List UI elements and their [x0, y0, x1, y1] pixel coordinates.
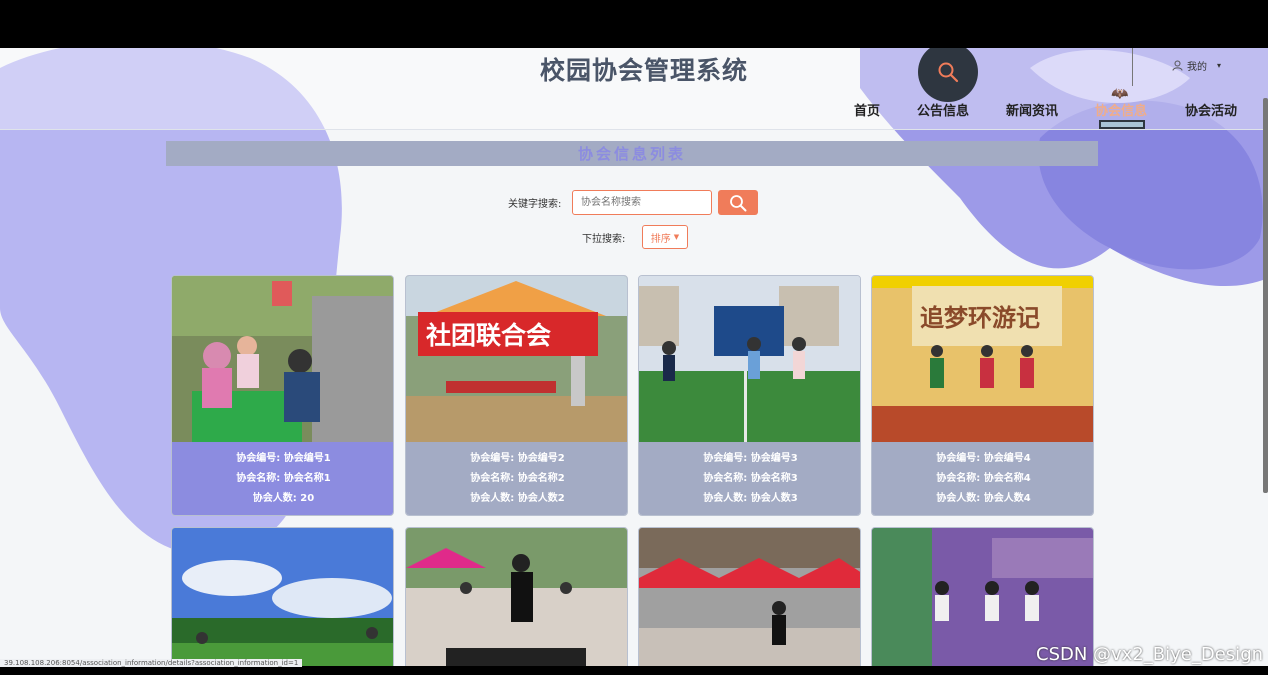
- association-card[interactable]: 追梦环游记 协会编号: 协会编号4 协会名称: 协会名称4 协会人数: 协会人数…: [871, 275, 1094, 516]
- association-name-text: 协会名称: 协会名称3: [703, 473, 798, 484]
- association-count-text: 协会人数: 协会人数3: [703, 493, 798, 504]
- screen-top-black-bar: [0, 0, 1268, 48]
- association-photo: 追梦环游记: [872, 276, 1093, 442]
- association-card[interactable]: 协会编号: 协会编号3 协会名称: 协会名称3 协会人数: 协会人数3: [638, 275, 861, 516]
- nav-item-home[interactable]: 首页: [854, 100, 880, 119]
- nav-item-announcements[interactable]: 公告信息: [917, 100, 969, 119]
- association-card[interactable]: [405, 527, 628, 666]
- association-card[interactable]: [638, 527, 861, 666]
- association-id-text: 协会编号: 协会编号2: [470, 453, 565, 464]
- nav-item-news[interactable]: 新闻资讯: [1006, 100, 1058, 119]
- decorative-hanging-line: [1132, 48, 1133, 86]
- association-name-text: 协会名称: 协会名称1: [236, 473, 331, 484]
- user-icon: [1172, 60, 1183, 71]
- watermark-text: CSDN @vx2_Biye_Design: [1036, 644, 1264, 665]
- site-header: 校园协会管理系统 🦇 我的 ▾ 首页 公告信息 新闻资讯 协会信息 协会活动: [0, 48, 1268, 130]
- association-id-text: 协会编号: 协会编号3: [703, 453, 798, 464]
- search-icon: [730, 194, 747, 211]
- association-card[interactable]: 社团联合会 协会编号: 协会编号2 协会名称: 协会名称2 协会人数: 协会人数…: [405, 275, 628, 516]
- association-photo: [172, 528, 393, 666]
- page-viewport: 校园协会管理系统 🦇 我的 ▾ 首页 公告信息 新闻资讯 协会信息 协会活动 协…: [0, 48, 1268, 666]
- association-count-text: 协会人数: 协会人数2: [470, 493, 565, 504]
- site-title: 校园协会管理系统: [540, 56, 749, 85]
- caret-down-icon: ▼: [673, 233, 680, 241]
- association-info-panel: 协会编号: 协会编号2 协会名称: 协会名称2 协会人数: 协会人数2: [406, 442, 627, 515]
- association-id-text: 协会编号: 协会编号4: [936, 453, 1031, 464]
- association-count-text: 协会人数: 协会人数4: [936, 493, 1031, 504]
- nav-item-association-info[interactable]: 协会信息: [1095, 100, 1147, 119]
- chevron-down-icon: ▾: [1217, 61, 1222, 70]
- association-name-text: 协会名称: 协会名称2: [470, 473, 565, 484]
- header-search-button[interactable]: [918, 48, 978, 102]
- association-photo: [639, 276, 860, 442]
- sort-dropdown[interactable]: 排序 ▼: [642, 225, 688, 249]
- screen-bottom-black-bar: [0, 666, 1268, 675]
- association-count-text: 协会人数: 20: [252, 493, 315, 504]
- list-title: 协会信息列表: [577, 145, 686, 163]
- search-icon: [938, 62, 959, 83]
- association-card[interactable]: [171, 527, 394, 666]
- association-name-text: 协会名称: 协会名称4: [936, 473, 1031, 484]
- user-menu-label: 我的: [1187, 62, 1207, 73]
- user-menu[interactable]: 我的 ▾: [1172, 58, 1221, 73]
- keyword-search-label: 关键字搜索:: [508, 199, 562, 210]
- association-info-panel: 协会编号: 协会编号3 协会名称: 协会名称3 协会人数: 协会人数3: [639, 442, 860, 515]
- status-bar-url: 39.108.108.206:8054/association_informat…: [0, 659, 303, 667]
- search-submit-button[interactable]: [718, 190, 758, 215]
- keyword-search-input[interactable]: [572, 190, 712, 215]
- dropdown-search-label: 下拉搜索:: [582, 234, 626, 245]
- association-card[interactable]: 协会编号: 协会编号1 协会名称: 协会名称1 协会人数: 20: [171, 275, 394, 516]
- association-photo: 社团联合会: [406, 276, 627, 442]
- association-info-panel: 协会编号: 协会编号1 协会名称: 协会名称1 协会人数: 20: [172, 442, 393, 515]
- nav-item-association-activities[interactable]: 协会活动: [1185, 100, 1237, 119]
- active-nav-indicator: [1099, 120, 1145, 129]
- association-photo: [406, 528, 627, 666]
- association-photo: [172, 276, 393, 442]
- association-info-panel: 协会编号: 协会编号4 协会名称: 协会名称4 协会人数: 协会人数4: [872, 442, 1093, 515]
- page-scrollbar[interactable]: [1263, 98, 1268, 493]
- banner-text: 追梦环游记: [920, 304, 1040, 332]
- list-title-bar: 协会信息列表: [166, 141, 1098, 166]
- banner-text: 社团联合会: [426, 321, 551, 350]
- association-id-text: 协会编号: 协会编号1: [236, 453, 331, 464]
- association-photo: [639, 528, 860, 666]
- sort-dropdown-label: 排序: [650, 233, 671, 245]
